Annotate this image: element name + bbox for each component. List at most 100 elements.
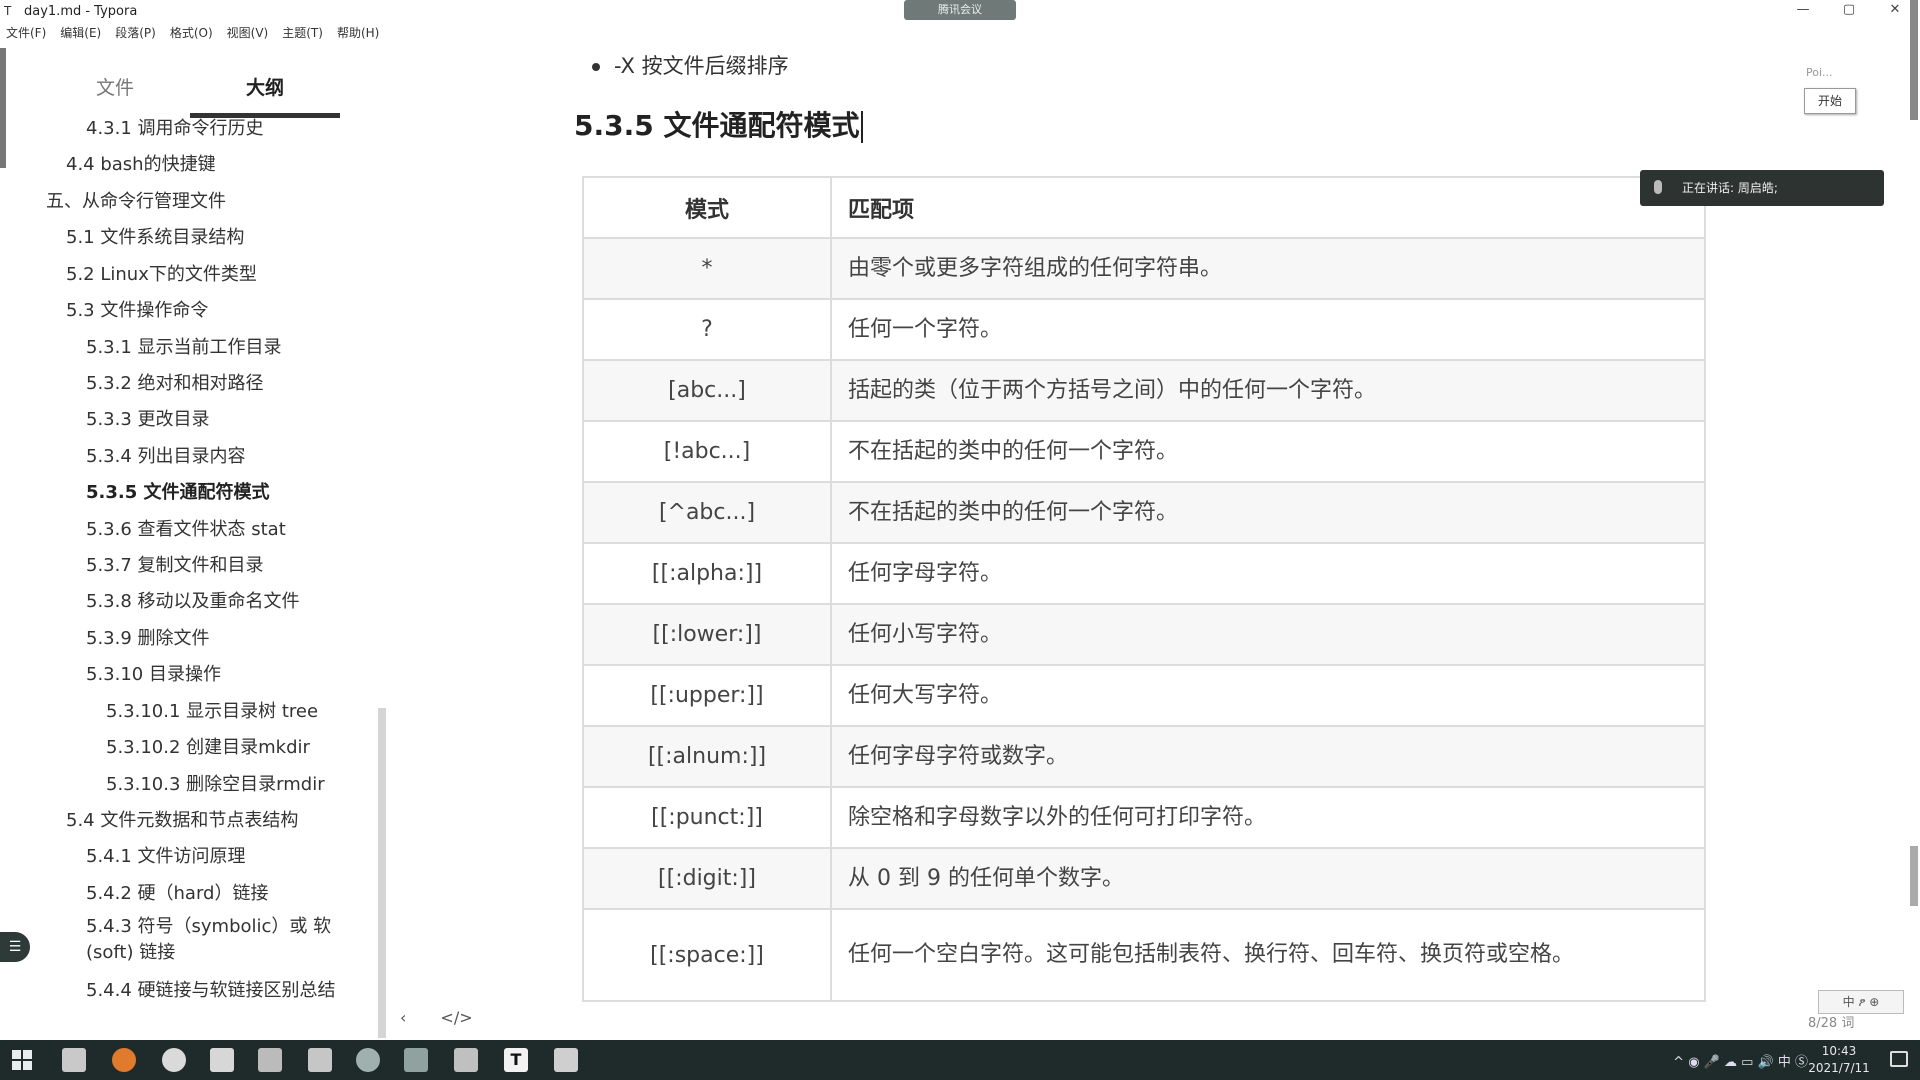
maximize-button[interactable]: ▢ <box>1826 0 1872 22</box>
outline-item[interactable]: 5.3.2 绝对和相对路径 <box>86 369 264 395</box>
table-cell[interactable]: [[:alpha:]] <box>582 542 832 605</box>
windows-start-icon[interactable] <box>12 1050 32 1070</box>
app-icon-6[interactable] <box>308 1048 332 1072</box>
table-cell[interactable]: [[:upper:]] <box>582 664 832 727</box>
outline-item[interactable]: 4.3.1 调用命令行历史 <box>86 114 264 140</box>
table-cell[interactable]: 括起的类（位于两个方括号之间）中的任何一个字符。 <box>830 359 1706 422</box>
typora-taskbar-icon[interactable]: T <box>504 1048 528 1072</box>
tab-outline[interactable]: 大纲 <box>190 66 340 118</box>
start-button[interactable]: 开始 <box>1804 88 1856 114</box>
outline-item[interactable]: 5.4 文件元数据和节点表结构 <box>66 806 298 832</box>
menu-paragraph[interactable]: 段落(P) <box>115 24 156 44</box>
outline-item[interactable]: 5.3.3 更改目录 <box>86 405 210 431</box>
outline-item[interactable]: 5.1 文件系统目录结构 <box>66 223 244 249</box>
table-cell[interactable]: 任何字母字符。 <box>830 542 1706 605</box>
sidebar-tabs: 文件 大纲 <box>40 66 340 118</box>
table-cell[interactable]: ? <box>582 298 832 361</box>
table-header-cell[interactable]: 模式 <box>582 176 832 239</box>
ime-toolbar[interactable]: 中 ፆ ⊕ <box>1818 990 1904 1014</box>
notification-icon[interactable] <box>1890 1051 1908 1067</box>
menu-bar: 文件(F) 编辑(E) 段落(P) 格式(O) 视图(V) 主题(T) 帮助(H… <box>0 24 379 44</box>
outline-item[interactable]: 5.4.3 符号（symbolic）或 软(soft) 链接 <box>86 914 356 966</box>
outline-toggle-icon[interactable]: ☰ <box>0 932 30 962</box>
table-cell[interactable]: 不在括起的类中的任何一个字符。 <box>830 420 1706 483</box>
table-cell[interactable]: * <box>582 237 832 300</box>
app-icon-9[interactable] <box>454 1048 478 1072</box>
back-icon[interactable]: ‹ <box>400 1008 406 1027</box>
table-cell[interactable]: 任何小写字符。 <box>830 603 1706 666</box>
outline-item[interactable]: 5.3.1 显示当前工作目录 <box>86 333 282 359</box>
table-row: [[:space:]] 任何一个空白字符。这可能包括制表符、换行符、回车符、换页符… <box>582 908 1706 1002</box>
meeting-indicator[interactable]: 腾讯会议 <box>904 0 1016 20</box>
outline-item[interactable]: 5.3.6 查看文件状态 stat <box>86 515 286 541</box>
outline-item[interactable]: 5.3.7 复制文件和目录 <box>86 551 264 577</box>
table-cell[interactable]: [[:digit:]] <box>582 847 832 910</box>
clock[interactable]: 10:43 2021/7/11 <box>1804 1043 1874 1077</box>
app-icon-5[interactable] <box>258 1048 282 1072</box>
app-icon-7[interactable] <box>356 1048 380 1072</box>
table-cell[interactable]: [[:alnum:]] <box>582 725 832 788</box>
outline-item[interactable]: 5.3.10 目录操作 <box>86 660 221 686</box>
source-code-icon[interactable]: </> <box>440 1008 472 1027</box>
menu-edit[interactable]: 编辑(E) <box>60 24 101 44</box>
app-icon-8[interactable] <box>404 1048 428 1072</box>
editor-scrollbar-thumb[interactable] <box>1910 846 1918 906</box>
table-cell[interactable]: 从 0 到 9 的任何单个数字。 <box>830 847 1706 910</box>
table-cell[interactable]: [[:lower:]] <box>582 603 832 666</box>
table-row: [[:lower:]] 任何小写字符。 <box>582 603 1706 666</box>
editor[interactable]: -X 按文件后缀排序 5.3.5 文件通配符模式 模式 匹配项 * 由零个或更多字… <box>530 48 1710 1038</box>
outline-item[interactable]: 5.3 文件操作命令 <box>66 296 208 322</box>
editor-scrollbar-top[interactable] <box>1910 0 1918 120</box>
outline-item[interactable]: 5.3.10.3 删除空目录rmdir <box>106 770 325 796</box>
outline-item-active[interactable]: 5.3.5 文件通配符模式 <box>86 478 270 504</box>
app-icon-11[interactable] <box>554 1048 578 1072</box>
menu-theme[interactable]: 主题(T) <box>282 24 323 44</box>
minimize-button[interactable]: — <box>1780 0 1826 22</box>
table-cell[interactable]: 由零个或更多字符组成的任何字符串。 <box>830 237 1706 300</box>
table-cell[interactable]: [!abc...] <box>582 420 832 483</box>
word-count[interactable]: 8/28 词 <box>1808 1012 1854 1031</box>
file-explorer-icon[interactable] <box>210 1048 234 1072</box>
menu-view[interactable]: 视图(V) <box>227 24 269 44</box>
table-cell[interactable]: [^abc...] <box>582 481 832 544</box>
table-cell[interactable]: 任何一个字符。 <box>830 298 1706 361</box>
outline-item[interactable]: 5.4.4 硬链接与软链接区别总结 <box>86 978 356 1004</box>
app-icon-1[interactable] <box>62 1048 86 1072</box>
table-cell[interactable]: 不在括起的类中的任何一个字符。 <box>830 481 1706 544</box>
tab-files[interactable]: 文件 <box>40 66 190 118</box>
list-item: -X 按文件后缀排序 <box>592 50 789 80</box>
table-row: * 由零个或更多字符组成的任何字符串。 <box>582 237 1706 300</box>
table-cell[interactable]: [[:space:]] <box>582 908 832 1002</box>
outline-item[interactable]: 5.3.4 列出目录内容 <box>86 442 246 468</box>
table-header-cell[interactable]: 匹配项 <box>830 176 1706 239</box>
menu-format[interactable]: 格式(O) <box>170 24 213 44</box>
text-caret <box>861 111 864 143</box>
table-cell[interactable]: [abc...] <box>582 359 832 422</box>
table-cell[interactable]: 除空格和字母数字以外的任何可打印字符。 <box>830 786 1706 849</box>
speaking-indicator: 正在讲话: 周启皓; <box>1640 170 1884 206</box>
sidebar: 文件 大纲 4.3.1 调用命令行历史 4.4 bash的快捷键 五、从命令行管… <box>0 48 388 1040</box>
outline-item[interactable]: 5.3.9 删除文件 <box>86 624 210 650</box>
sidebar-scrollbar[interactable] <box>378 708 386 1038</box>
table-cell[interactable]: 任何一个空白字符。这可能包括制表符、换行符、回车符、换页符或空格。 <box>830 908 1706 1002</box>
firefox-icon[interactable] <box>112 1048 136 1072</box>
outline-item[interactable]: 5.3.10.2 创建目录mkdir <box>106 733 310 759</box>
menu-file[interactable]: 文件(F) <box>6 24 46 44</box>
outline-item[interactable]: 5.2 Linux下的文件类型 <box>66 260 257 286</box>
table-cell[interactable]: 任何字母字符或数字。 <box>830 725 1706 788</box>
outline-item[interactable]: 4.4 bash的快捷键 <box>66 150 216 176</box>
table-cell[interactable]: [[:punct:]] <box>582 786 832 849</box>
section-heading-text: 5.3.5 文件通配符模式 <box>574 109 860 142</box>
outline-item[interactable]: 5.3.8 移动以及重命名文件 <box>86 587 300 613</box>
outline-item[interactable]: 5.4.1 文件访问原理 <box>86 842 246 868</box>
chrome-icon[interactable] <box>162 1048 186 1072</box>
outline-item[interactable]: 5.3.10.1 显示目录树 tree <box>106 697 318 723</box>
outline-item[interactable]: 5.4.2 硬（hard）链接 <box>86 879 268 905</box>
bullet-icon <box>592 63 600 71</box>
menu-help[interactable]: 帮助(H) <box>337 24 379 44</box>
section-heading[interactable]: 5.3.5 文件通配符模式 <box>574 104 864 144</box>
table-cell[interactable]: 任何大写字符。 <box>830 664 1706 727</box>
glob-pattern-table: 模式 匹配项 * 由零个或更多字符组成的任何字符串。 ? 任何一个字符。 [abc.… <box>582 176 1706 1002</box>
system-tray[interactable]: ^ ◉ 🎤 ☁ ▭ 🔊 中 Ⓢ <box>1673 1051 1808 1070</box>
outline-item[interactable]: 五、从命令行管理文件 <box>46 187 226 213</box>
